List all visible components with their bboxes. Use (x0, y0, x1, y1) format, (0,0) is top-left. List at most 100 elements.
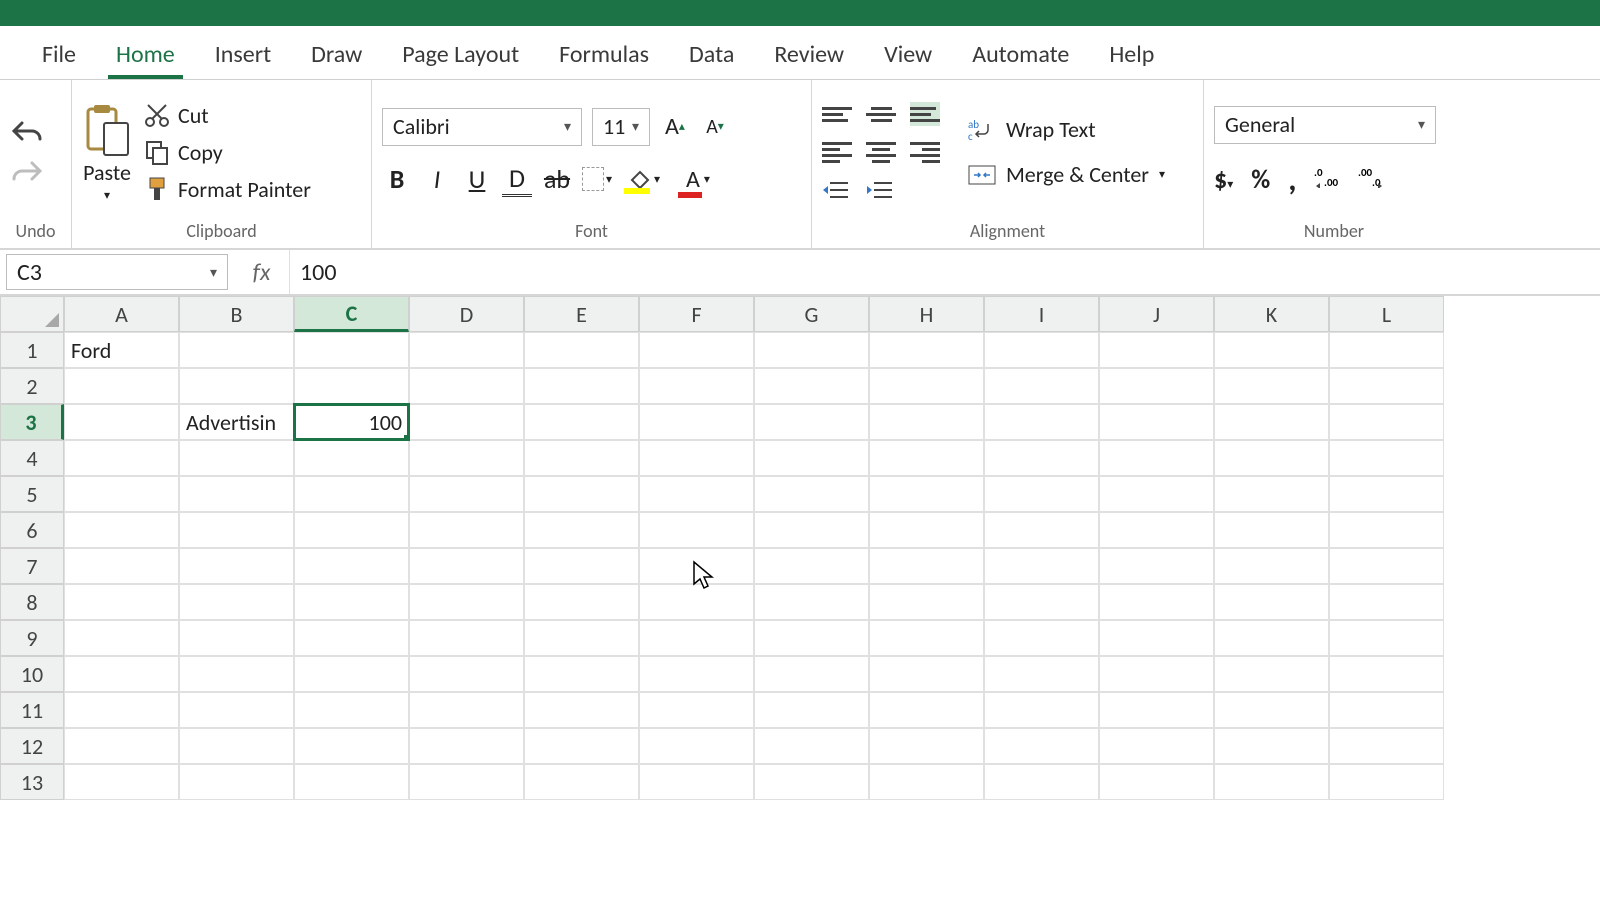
cell-F12[interactable] (639, 728, 754, 764)
cell-L5[interactable] (1329, 476, 1444, 512)
cell-C4[interactable] (294, 440, 409, 476)
cell-K12[interactable] (1214, 728, 1329, 764)
formula-input[interactable]: 100 (290, 250, 1600, 294)
tab-automate[interactable]: Automate (964, 34, 1077, 79)
cell-I6[interactable] (984, 512, 1099, 548)
cell-E4[interactable] (524, 440, 639, 476)
column-header-H[interactable]: H (869, 296, 984, 332)
cell-H9[interactable] (869, 620, 984, 656)
select-all-corner[interactable] (0, 296, 64, 332)
cell-G5[interactable] (754, 476, 869, 512)
cell-E7[interactable] (524, 548, 639, 584)
cell-A6[interactable] (64, 512, 179, 548)
cell-H11[interactable] (869, 692, 984, 728)
row-header-2[interactable]: 2 (0, 368, 64, 404)
column-header-A[interactable]: A (64, 296, 179, 332)
cell-F10[interactable] (639, 656, 754, 692)
cell-A11[interactable] (64, 692, 179, 728)
cell-H2[interactable] (869, 368, 984, 404)
cell-J4[interactable] (1099, 440, 1214, 476)
cell-K6[interactable] (1214, 512, 1329, 548)
cell-C1[interactable] (294, 332, 409, 368)
cell-F1[interactable] (639, 332, 754, 368)
cell-H7[interactable] (869, 548, 984, 584)
cell-D13[interactable] (409, 764, 524, 800)
cell-A10[interactable] (64, 656, 179, 692)
tab-file[interactable]: File (34, 34, 84, 79)
cell-J1[interactable] (1099, 332, 1214, 368)
cell-E8[interactable] (524, 584, 639, 620)
cell-F7[interactable] (639, 548, 754, 584)
cell-A8[interactable] (64, 584, 179, 620)
cell-I11[interactable] (984, 692, 1099, 728)
row-header-3[interactable]: 3 (0, 404, 64, 440)
cell-I3[interactable] (984, 404, 1099, 440)
cell-F6[interactable] (639, 512, 754, 548)
column-header-E[interactable]: E (524, 296, 639, 332)
cell-L12[interactable] (1329, 728, 1444, 764)
cell-L8[interactable] (1329, 584, 1444, 620)
percent-format-button[interactable]: % (1251, 163, 1270, 195)
cell-D7[interactable] (409, 548, 524, 584)
cell-B12[interactable] (179, 728, 294, 764)
cell-B2[interactable] (179, 368, 294, 404)
cell-L4[interactable] (1329, 440, 1444, 476)
increase-font-button[interactable]: A▴ (660, 112, 690, 141)
cell-L10[interactable] (1329, 656, 1444, 692)
cell-I8[interactable] (984, 584, 1099, 620)
cell-D11[interactable] (409, 692, 524, 728)
cell-G13[interactable] (754, 764, 869, 800)
cell-D5[interactable] (409, 476, 524, 512)
cell-J3[interactable] (1099, 404, 1214, 440)
tab-draw[interactable]: Draw (303, 34, 370, 79)
fx-label[interactable]: fx (234, 250, 290, 294)
cell-K5[interactable] (1214, 476, 1329, 512)
align-left-button[interactable] (822, 140, 852, 164)
cell-F11[interactable] (639, 692, 754, 728)
cell-I10[interactable] (984, 656, 1099, 692)
borders-button[interactable]: ▾ (582, 167, 612, 191)
cell-B3[interactable]: Advertisin (179, 404, 294, 440)
cell-F4[interactable] (639, 440, 754, 476)
align-bottom-button[interactable] (910, 102, 940, 126)
tab-view[interactable]: View (876, 34, 940, 79)
accounting-format-button[interactable]: $▾ (1214, 163, 1233, 195)
column-header-I[interactable]: I (984, 296, 1099, 332)
cell-G1[interactable] (754, 332, 869, 368)
cell-D2[interactable] (409, 368, 524, 404)
cell-B5[interactable] (179, 476, 294, 512)
cell-H12[interactable] (869, 728, 984, 764)
cell-A9[interactable] (64, 620, 179, 656)
cell-K4[interactable] (1214, 440, 1329, 476)
cell-B4[interactable] (179, 440, 294, 476)
cell-L7[interactable] (1329, 548, 1444, 584)
cell-G10[interactable] (754, 656, 869, 692)
row-header-9[interactable]: 9 (0, 620, 64, 656)
column-header-C[interactable]: C (294, 296, 409, 332)
redo-icon[interactable] (10, 159, 44, 185)
merge-center-button[interactable]: Merge & Center ▾ (968, 161, 1165, 188)
cell-L3[interactable] (1329, 404, 1444, 440)
cell-H4[interactable] (869, 440, 984, 476)
cell-J7[interactable] (1099, 548, 1214, 584)
cell-I13[interactable] (984, 764, 1099, 800)
cell-A3[interactable] (64, 404, 179, 440)
cell-D1[interactable] (409, 332, 524, 368)
cell-E10[interactable] (524, 656, 639, 692)
cell-F8[interactable] (639, 584, 754, 620)
cell-J12[interactable] (1099, 728, 1214, 764)
cell-E6[interactable] (524, 512, 639, 548)
cell-G4[interactable] (754, 440, 869, 476)
cell-C8[interactable] (294, 584, 409, 620)
cell-B9[interactable] (179, 620, 294, 656)
italic-button[interactable]: I (422, 163, 452, 195)
cell-H5[interactable] (869, 476, 984, 512)
cell-E5[interactable] (524, 476, 639, 512)
cell-F13[interactable] (639, 764, 754, 800)
cell-G9[interactable] (754, 620, 869, 656)
column-header-L[interactable]: L (1329, 296, 1444, 332)
cell-L1[interactable] (1329, 332, 1444, 368)
cell-A7[interactable] (64, 548, 179, 584)
decrease-font-button[interactable]: A▾ (700, 115, 730, 139)
cell-B7[interactable] (179, 548, 294, 584)
